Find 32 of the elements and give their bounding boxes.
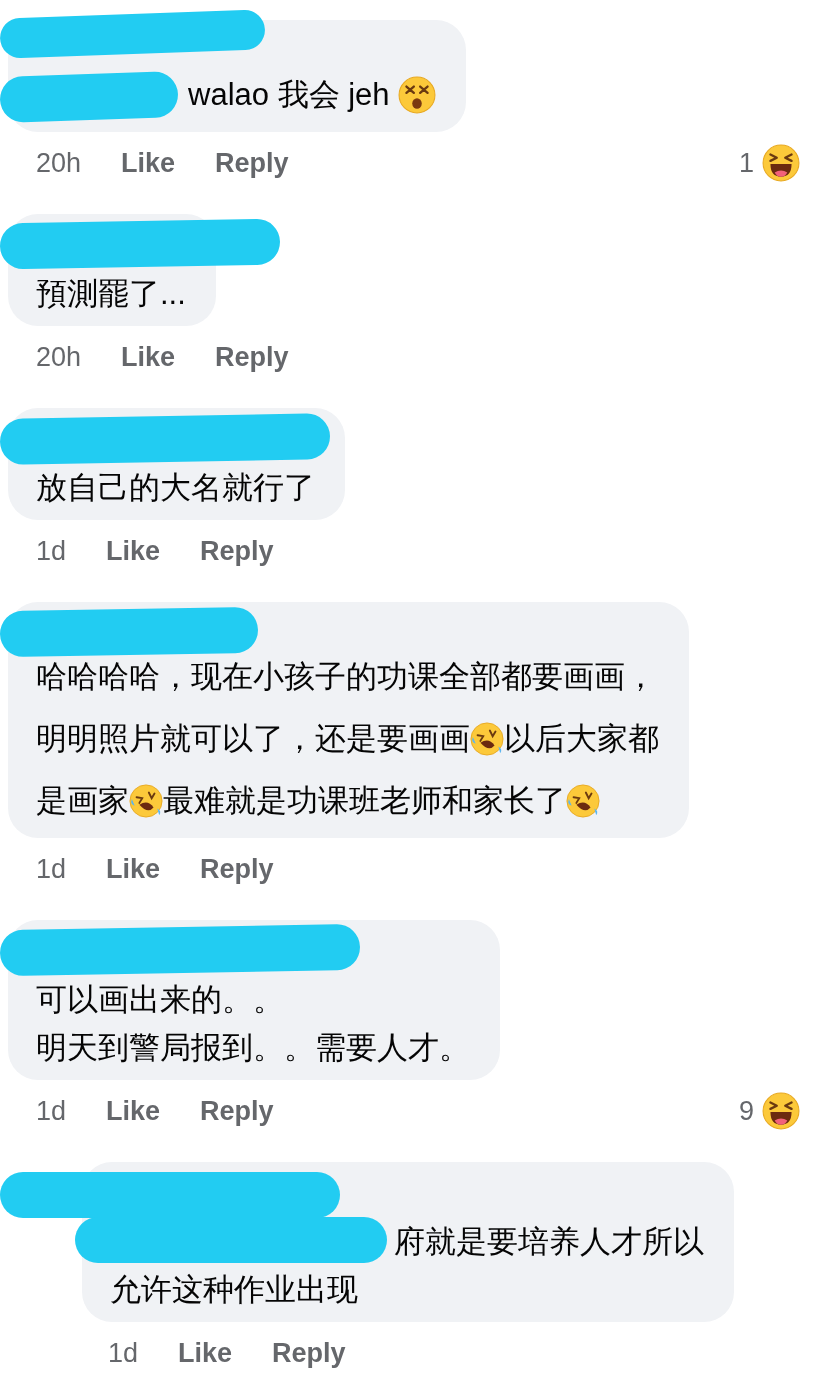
reply-link[interactable]: Reply: [200, 1090, 274, 1132]
comment-text: 是画家: [36, 781, 129, 820]
comment-text: 允许这种作业出现: [110, 1270, 358, 1309]
comment-text: walao 我会 jeh: [188, 75, 391, 114]
timestamp: 1d: [36, 852, 67, 886]
reply-link[interactable]: Reply: [200, 848, 274, 890]
comment-text: 府就是要培养人才所以: [394, 1222, 704, 1261]
comment-text: 明明照片就可以了，还是要画画: [36, 719, 470, 758]
comment-text: 哈哈哈哈，现在小孩子的功课全部都要画画，: [36, 657, 656, 696]
comment-text: 可以画出来的。。: [36, 980, 284, 1019]
like-link[interactable]: Like: [121, 142, 176, 184]
reply-link[interactable]: Reply: [200, 530, 274, 572]
timestamp: 1d: [36, 534, 67, 568]
reaction-count: 9: [738, 1094, 754, 1128]
like-link[interactable]: Like: [106, 848, 161, 890]
timestamp: 20h: [36, 340, 82, 374]
like-link[interactable]: Like: [106, 1090, 161, 1132]
like-link[interactable]: Like: [121, 336, 176, 378]
like-link[interactable]: Like: [106, 530, 161, 572]
reply-link[interactable]: Reply: [272, 1332, 346, 1374]
comment-text: 最难就是功课班老师和家长了: [163, 781, 566, 820]
like-link[interactable]: Like: [178, 1332, 233, 1374]
timestamp: 20h: [36, 146, 82, 180]
reaction-count: 1: [738, 146, 754, 180]
comment-text: 明天到警局报到。。需要人才。: [36, 1028, 470, 1067]
comment-text: 預測罷了...: [36, 274, 186, 313]
reply-link[interactable]: Reply: [215, 142, 289, 184]
comment-text: 以后大家都: [504, 719, 659, 758]
comment-text: 放自己的大名就行了: [36, 468, 315, 507]
timestamp: 1d: [36, 1094, 67, 1128]
timestamp: 1d: [108, 1336, 139, 1370]
reply-link[interactable]: Reply: [215, 336, 289, 378]
